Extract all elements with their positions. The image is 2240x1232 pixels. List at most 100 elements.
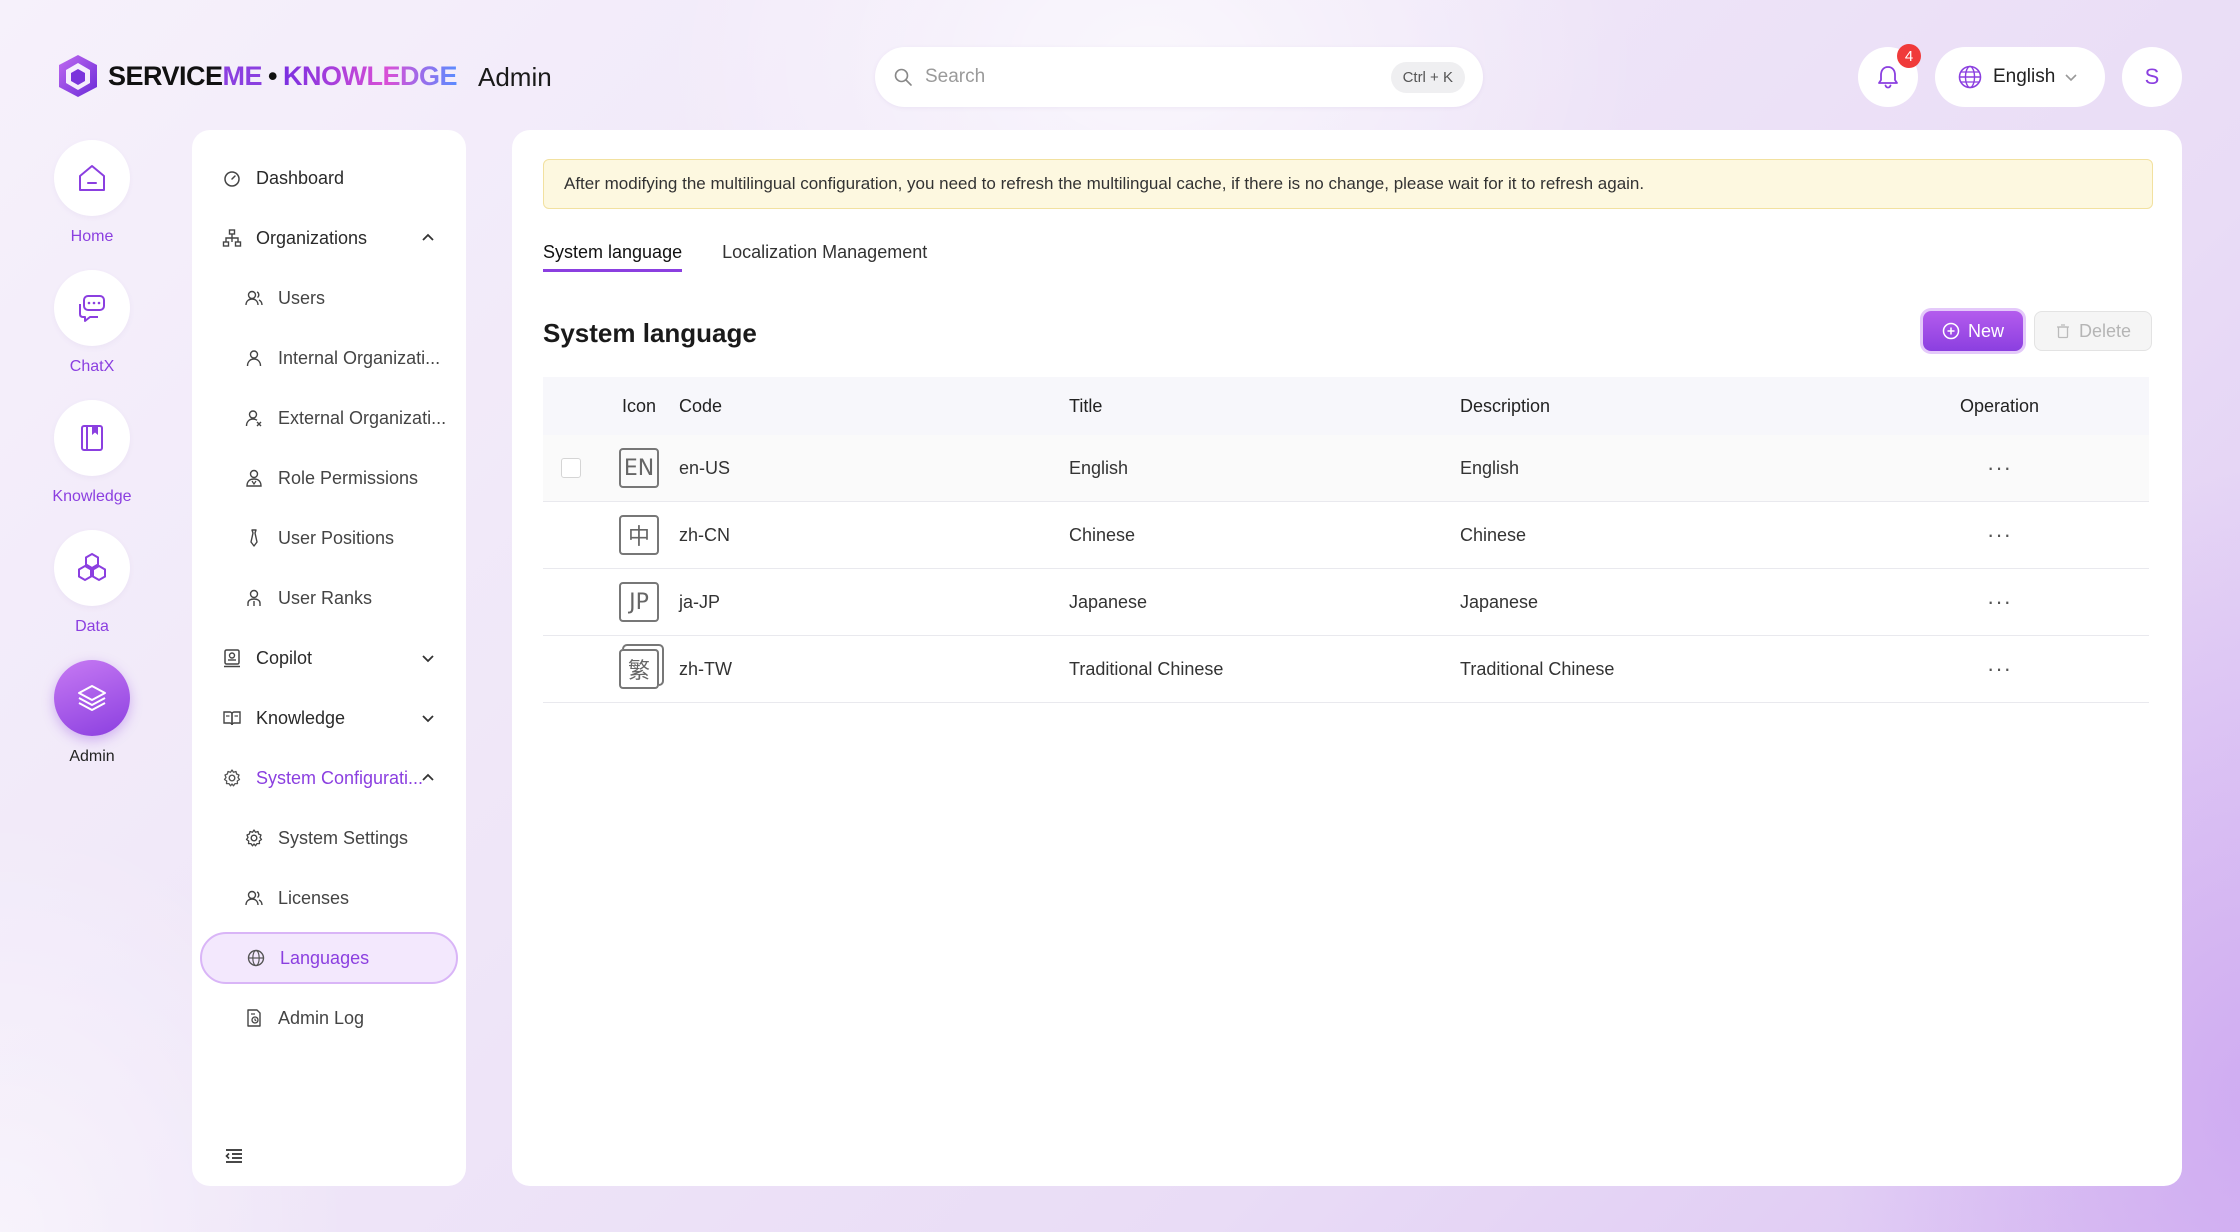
more-options-icon[interactable]: ··· bbox=[1987, 455, 2012, 480]
sidebar-label-knowledge: Knowledge bbox=[256, 707, 346, 728]
sidebar-item-user-ranks[interactable]: User Ranks bbox=[192, 568, 466, 628]
sidebar-item-system-settings[interactable]: System Settings bbox=[192, 808, 466, 868]
column-header-operation: Operation bbox=[1959, 395, 2040, 416]
rail-label-knowledge: Knowledge bbox=[52, 488, 132, 505]
app-rail: Home ChatX Knowledge Data Admin bbox=[40, 140, 144, 790]
row-operation-cell: ··· bbox=[1850, 656, 2149, 682]
sidebar-label-internal-organizations: Internal Organizati... bbox=[278, 347, 441, 368]
table-row[interactable]: 繁 zh-TW Traditional Chinese Traditional … bbox=[543, 636, 2149, 703]
tab-localization-management[interactable]: Localization Management bbox=[722, 242, 927, 272]
brand-name: SERVICEME • KNOWLEDGE bbox=[108, 60, 458, 91]
rail-button-admin[interactable] bbox=[54, 660, 130, 736]
user-icon bbox=[246, 350, 262, 367]
sidebar-item-dashboard[interactable]: Dashboard bbox=[192, 148, 466, 208]
row-title: English bbox=[1069, 457, 1129, 478]
sidebar-item-languages[interactable]: Languages bbox=[200, 932, 458, 984]
table-row[interactable]: 中 zh-CN Chinese Chinese ··· bbox=[543, 502, 2149, 569]
sidebar-item-system-configuration[interactable]: System Configurati... bbox=[192, 748, 466, 808]
rail-item-home[interactable]: Home bbox=[40, 140, 144, 246]
home-icon bbox=[79, 165, 105, 191]
row-description: Japanese bbox=[1460, 591, 1539, 612]
table-row[interactable]: JP ja-JP Japanese Japanese ··· bbox=[543, 569, 2149, 636]
org-tree-icon bbox=[222, 229, 242, 247]
row-checkbox[interactable] bbox=[561, 458, 581, 478]
rail-label-home: Home bbox=[70, 228, 114, 245]
brand-logo[interactable]: SERVICEME • KNOWLEDGE bbox=[56, 52, 458, 100]
row-operation-cell: ··· bbox=[1850, 455, 2149, 481]
sidebar-label-languages: Languages bbox=[280, 947, 370, 968]
delete-button-label: Delete bbox=[2078, 320, 2132, 341]
sidebar-item-copilot[interactable]: Copilot bbox=[192, 628, 466, 688]
collapse-sidebar-icon[interactable] bbox=[222, 1144, 246, 1168]
globe-icon bbox=[1958, 65, 1982, 89]
sidebar-label-system-configuration: System Configurati... bbox=[256, 767, 424, 788]
row-icon-cell: 繁 bbox=[599, 649, 679, 689]
row-description: English bbox=[1460, 457, 1520, 478]
row-icon-cell: 中 bbox=[599, 515, 679, 555]
book-icon bbox=[81, 425, 103, 451]
search-icon bbox=[894, 68, 912, 86]
sidebar-nav: Dashboard Organizations Users Internal O… bbox=[192, 130, 466, 1048]
column-header-title: Title bbox=[1069, 395, 1103, 416]
sidebar-item-user-positions[interactable]: User Positions bbox=[192, 508, 466, 568]
rail-item-knowledge[interactable]: Knowledge bbox=[40, 400, 144, 506]
row-operation-cell: ··· bbox=[1850, 522, 2149, 548]
sidebar-label-licenses: Licenses bbox=[278, 887, 350, 908]
user-external-icon bbox=[245, 410, 262, 427]
more-options-icon[interactable]: ··· bbox=[1987, 589, 2012, 614]
new-button[interactable]: New bbox=[1923, 311, 2023, 351]
chevron-down-icon bbox=[2065, 74, 2077, 82]
sidebar-item-admin-log[interactable]: Admin Log bbox=[192, 988, 466, 1048]
row-description: Chinese bbox=[1460, 524, 1527, 545]
language-selector[interactable]: English bbox=[1935, 47, 2105, 107]
new-button-label: New bbox=[1967, 320, 2004, 341]
rail-label-data: Data bbox=[75, 618, 109, 635]
chevron-up-icon[interactable] bbox=[420, 770, 436, 786]
chat-icon bbox=[79, 295, 105, 322]
tie-icon bbox=[250, 529, 258, 547]
user-avatar[interactable]: S bbox=[2122, 47, 2182, 107]
language-icon: EN bbox=[619, 448, 659, 488]
chevron-down-icon[interactable] bbox=[420, 710, 436, 726]
table-header: Icon Code Title Description Operation bbox=[543, 377, 2149, 435]
language-icon: JP bbox=[619, 582, 659, 622]
delete-button[interactable]: Delete bbox=[2034, 311, 2152, 351]
rail-item-chatx[interactable]: ChatX bbox=[40, 270, 144, 376]
plus-circle-icon bbox=[1942, 322, 1960, 340]
sidebar-item-external-organizations[interactable]: External Organizati... bbox=[192, 388, 466, 448]
rail-button-chatx[interactable] bbox=[54, 270, 130, 346]
app-title: Admin bbox=[478, 62, 552, 92]
rail-button-home[interactable] bbox=[54, 140, 130, 216]
main-panel: After modifying the multilingual configu… bbox=[512, 130, 2182, 1186]
row-icon-cell: JP bbox=[599, 582, 679, 622]
chevron-up-icon[interactable] bbox=[420, 230, 436, 246]
tab-system-language[interactable]: System language bbox=[543, 242, 683, 272]
sidebar-item-organizations[interactable]: Organizations bbox=[192, 208, 466, 268]
row-code: ja-JP bbox=[679, 591, 721, 612]
rail-button-knowledge[interactable] bbox=[54, 400, 130, 476]
sidebar-item-role-permissions[interactable]: Role Permissions bbox=[192, 448, 466, 508]
rail-item-admin[interactable]: Admin bbox=[40, 660, 144, 766]
license-icon bbox=[245, 890, 263, 906]
sidebar-label-admin-log: Admin Log bbox=[278, 1007, 365, 1028]
gear-icon bbox=[223, 769, 241, 787]
chevron-down-icon[interactable] bbox=[420, 650, 436, 666]
rail-item-data[interactable]: Data bbox=[40, 530, 144, 636]
global-search[interactable]: Search Ctrl + K bbox=[875, 47, 1483, 107]
rank-icon bbox=[247, 589, 261, 606]
sidebar-label-copilot: Copilot bbox=[256, 647, 313, 668]
row-code: zh-CN bbox=[679, 524, 731, 545]
row-title: Chinese bbox=[1069, 524, 1136, 545]
more-options-icon[interactable]: ··· bbox=[1987, 656, 2012, 681]
search-input[interactable]: Search bbox=[925, 66, 1391, 88]
sidebar-item-users[interactable]: Users bbox=[192, 268, 466, 328]
sidebar-item-licenses[interactable]: Licenses bbox=[192, 868, 466, 928]
more-options-icon[interactable]: ··· bbox=[1987, 522, 2012, 547]
sidebar-item-internal-organizations[interactable]: Internal Organizati... bbox=[192, 328, 466, 388]
copilot-icon bbox=[224, 649, 240, 668]
log-icon bbox=[247, 1009, 261, 1027]
table-row[interactable]: EN en-US English English ··· bbox=[543, 435, 2149, 502]
section-title: System language bbox=[543, 318, 757, 348]
sidebar-item-knowledge[interactable]: Knowledge bbox=[192, 688, 466, 748]
rail-button-data[interactable] bbox=[54, 530, 130, 606]
